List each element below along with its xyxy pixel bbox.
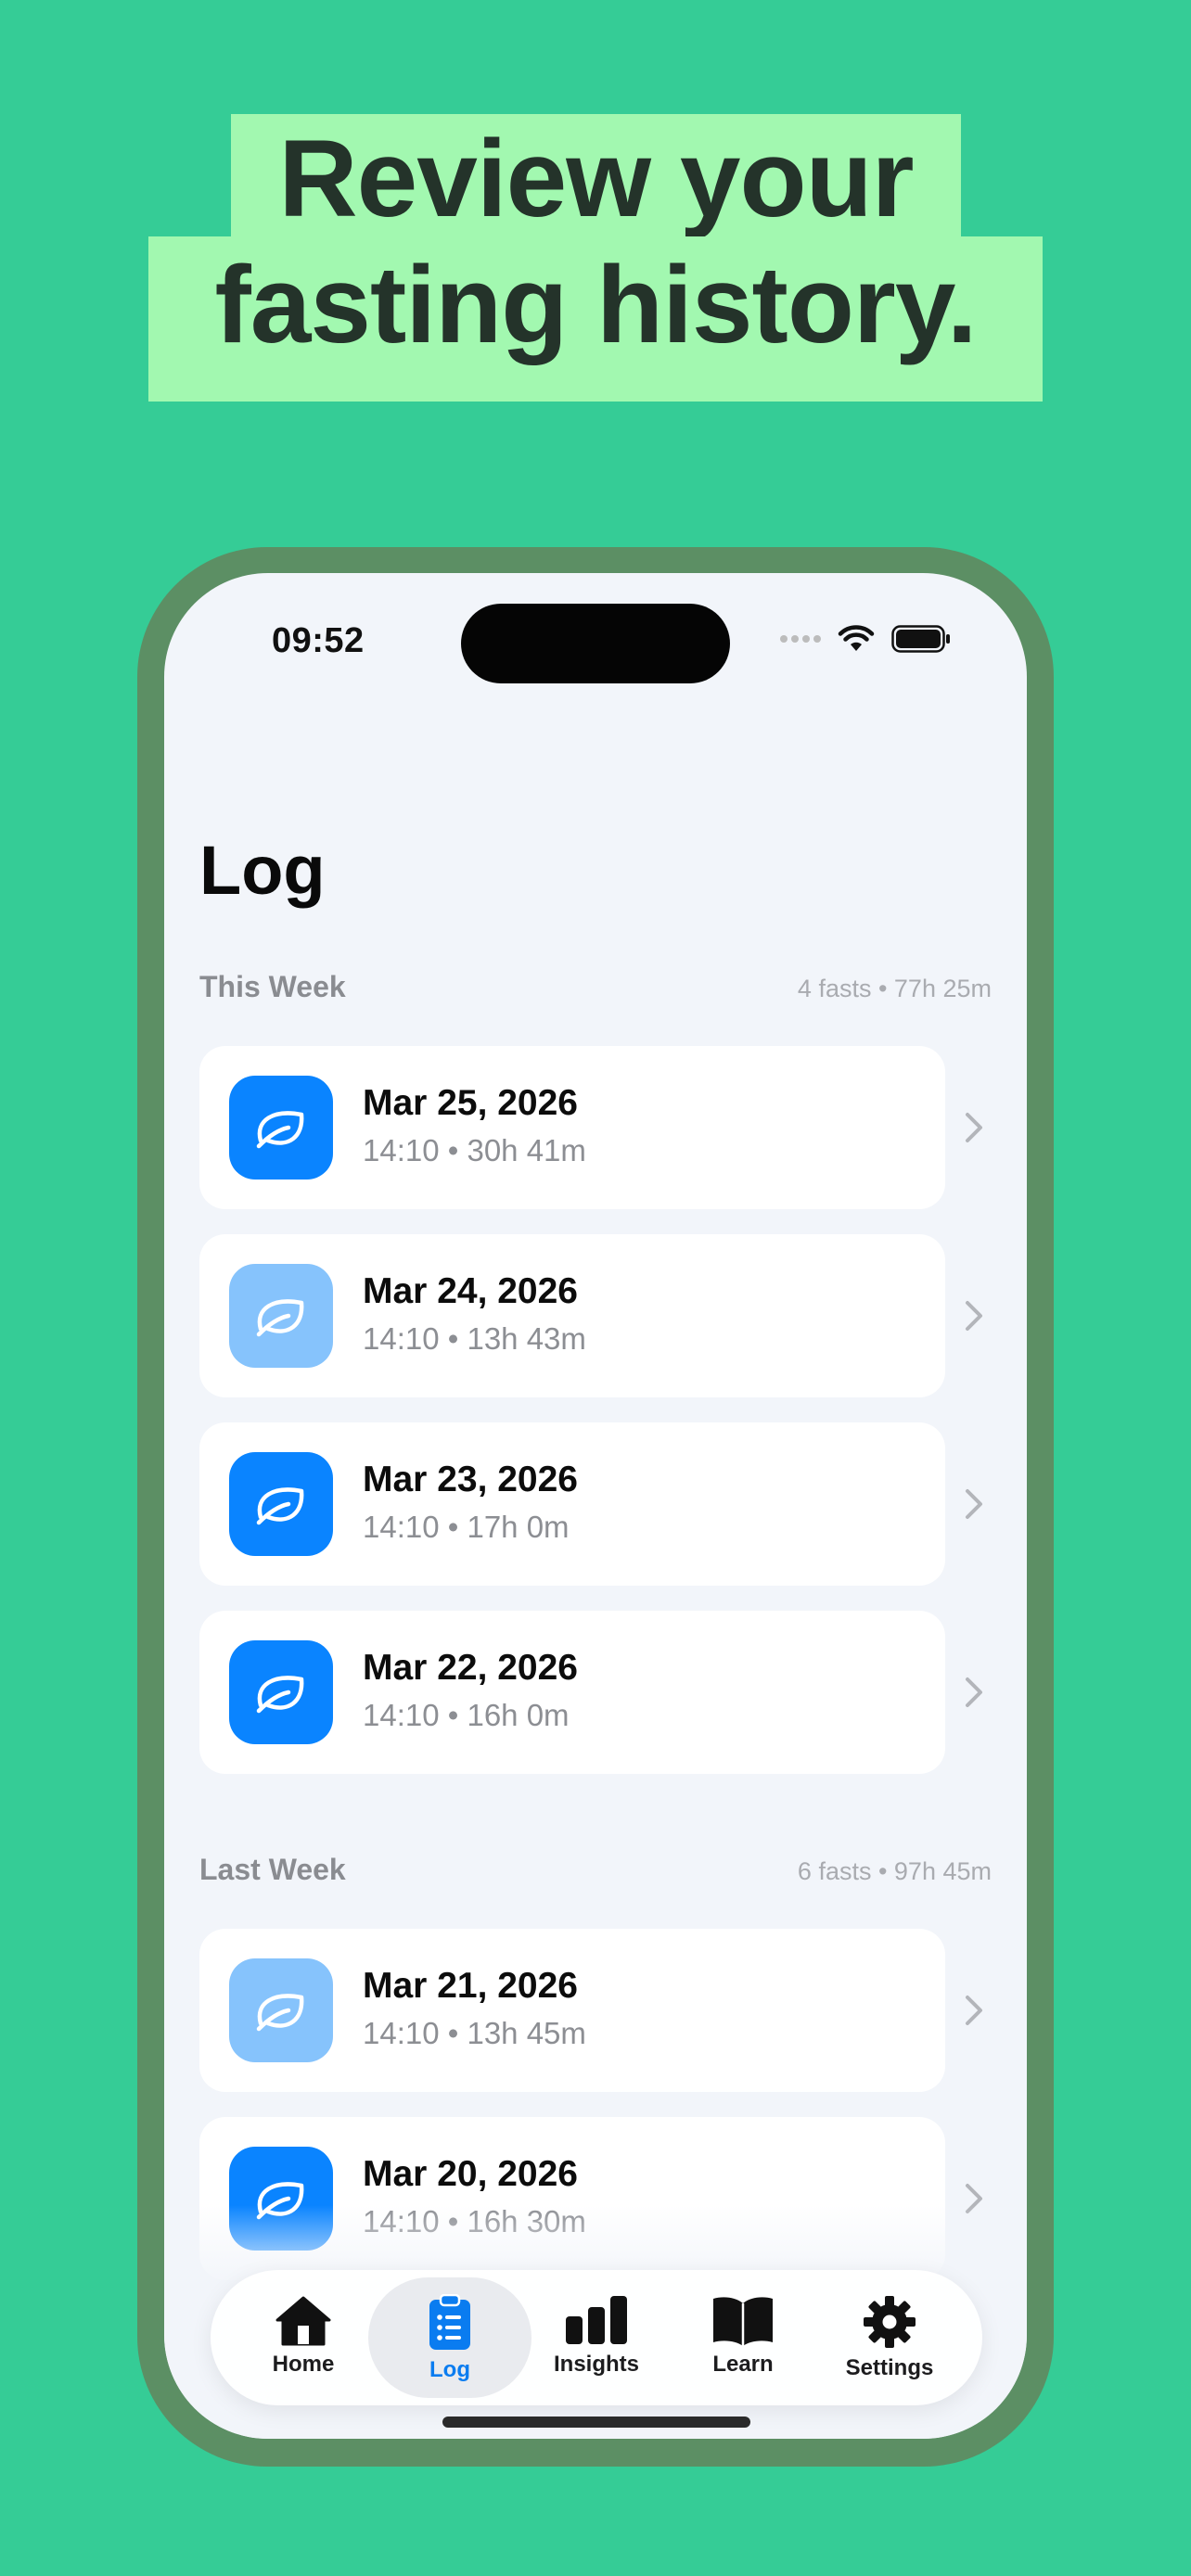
headline-line-1: Review your <box>231 114 961 240</box>
chevron-right-icon[interactable] <box>964 1677 984 1708</box>
leaf-icon <box>229 1264 333 1368</box>
tab-learn-label: Learn <box>712 2352 774 2377</box>
fast-date: Mar 25, 2026 <box>363 1083 579 1123</box>
leaf-icon <box>229 1076 333 1180</box>
tab-home-label: Home <box>272 2352 335 2377</box>
gear-icon <box>864 2296 916 2348</box>
fast-detail: 14:10 • 16h 0m <box>363 1698 570 1732</box>
fast-log-row[interactable]: Mar 21, 2026 14:10 • 13h 45m <box>199 1929 945 2092</box>
headline-line-2: fasting history. <box>148 236 1043 402</box>
section-header: This Week 4 fasts • 77h 25m <box>199 970 992 1004</box>
chevron-right-icon[interactable] <box>964 1995 984 2026</box>
tab-insights-label: Insights <box>553 2352 639 2377</box>
wifi-icon <box>838 625 875 651</box>
fast-detail: 14:10 • 13h 45m <box>363 2016 586 2050</box>
fast-date: Mar 24, 2026 <box>363 1271 579 1311</box>
status-time: 09:52 <box>272 621 365 660</box>
tab-settings-label: Settings <box>845 2355 934 2380</box>
tab-settings[interactable]: Settings <box>815 2270 964 2405</box>
fast-date: Mar 22, 2026 <box>363 1648 579 1688</box>
section-summary: 6 fasts • 97h 45m <box>797 1857 992 1885</box>
open-book-icon <box>713 2297 773 2346</box>
dynamic-island <box>461 604 730 683</box>
fast-detail: 14:10 • 13h 43m <box>363 1321 586 1356</box>
tab-bar: Home Log Insights Learn Settings <box>211 2270 982 2405</box>
house-icon <box>275 2296 331 2346</box>
bar-chart-icon <box>566 2296 627 2344</box>
cellular-signal-icon <box>780 635 821 643</box>
leaf-icon <box>229 1452 333 1556</box>
fast-date: Mar 23, 2026 <box>363 1460 579 1499</box>
tab-learn[interactable]: Learn <box>669 2270 817 2405</box>
section-title: This Week <box>199 970 346 1003</box>
fast-log-row[interactable]: Mar 25, 2026 14:10 • 30h 41m <box>199 1046 945 1209</box>
status-icons <box>780 625 951 653</box>
leaf-icon <box>229 1958 333 2062</box>
fast-detail: 14:10 • 30h 41m <box>363 1133 586 1167</box>
fast-detail: 14:10 • 17h 0m <box>363 1510 570 1544</box>
home-indicator <box>442 2417 750 2428</box>
tab-home[interactable]: Home <box>229 2270 378 2405</box>
section-title: Last Week <box>199 1853 346 1886</box>
fast-date: Mar 20, 2026 <box>363 2154 579 2194</box>
tab-log-label: Log <box>429 2357 470 2382</box>
app-screen: 09:52 Log This Week 4 fasts • 77h 25m Mar … <box>164 573 1027 2439</box>
leaf-icon <box>229 1640 333 1744</box>
clipboard-list-icon <box>429 2294 470 2350</box>
tab-insights[interactable]: Insights <box>522 2270 671 2405</box>
section-summary: 4 fasts • 77h 25m <box>797 975 992 1002</box>
fast-date: Mar 21, 2026 <box>363 1966 579 2006</box>
chevron-right-icon[interactable] <box>964 1112 984 1143</box>
chevron-right-icon[interactable] <box>964 1488 984 1520</box>
fast-log-row[interactable]: Mar 22, 2026 14:10 • 16h 0m <box>199 1611 945 1774</box>
section-header: Last Week 6 fasts • 97h 45m <box>199 1853 992 1887</box>
chevron-right-icon[interactable] <box>964 1300 984 1332</box>
headline: Review your fasting history. <box>0 0 1191 427</box>
tab-log[interactable]: Log <box>376 2270 524 2405</box>
page-title: Log <box>199 832 326 909</box>
fast-log-row[interactable]: Mar 23, 2026 14:10 • 17h 0m <box>199 1422 945 1586</box>
battery-icon <box>891 625 950 653</box>
fast-log-row[interactable]: Mar 24, 2026 14:10 • 13h 43m <box>199 1234 945 1397</box>
